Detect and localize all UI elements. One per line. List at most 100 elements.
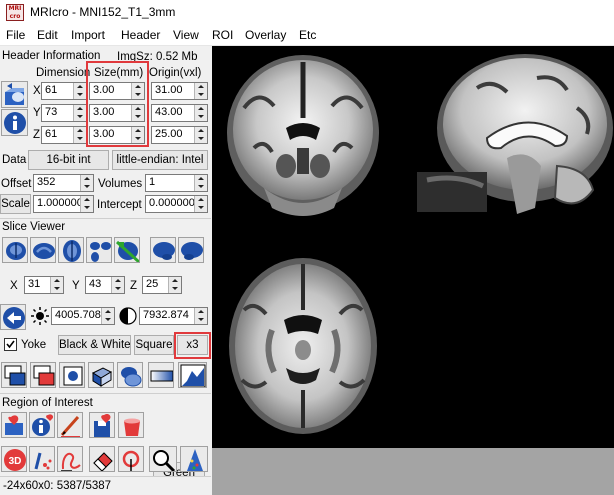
roi-open-button[interactable] — [1, 412, 27, 438]
roi-eraser-button[interactable] — [89, 446, 115, 472]
3d-icon: 3D — [4, 449, 26, 471]
roi-freehand-button[interactable] — [57, 446, 83, 472]
coronal-view-button[interactable] — [2, 237, 28, 263]
offset-input[interactable]: 352 — [33, 174, 94, 192]
roi-circle-button[interactable] — [118, 446, 144, 472]
menu-roi[interactable]: ROI — [212, 28, 233, 42]
axial-slice-image[interactable] — [214, 250, 392, 446]
header-info-button[interactable] — [1, 109, 28, 136]
window-title: MRIcro - MNI152_T1_3mm — [30, 5, 176, 19]
multiplanar-view-button[interactable] — [86, 237, 112, 263]
roi-save-button[interactable] — [89, 412, 115, 438]
sagittal-slice-image[interactable] — [417, 48, 613, 226]
roi-clear-button[interactable] — [118, 412, 144, 438]
section-divider — [0, 218, 211, 219]
open-icon — [5, 83, 24, 105]
freehand-icon — [61, 452, 81, 471]
histogram-button[interactable] — [178, 362, 207, 388]
menu-header[interactable]: Header — [121, 28, 160, 42]
axial-view-button[interactable] — [58, 237, 84, 263]
scale-input[interactable]: 1.000000 — [33, 195, 94, 213]
slice-y-label: Y — [72, 280, 80, 292]
left-hemisphere-button[interactable] — [150, 237, 176, 263]
sagittal-view-button[interactable] — [30, 237, 56, 263]
color-scheme-button[interactable]: Black & White — [58, 335, 131, 355]
roi-folder-icon — [5, 415, 23, 435]
slice-x-input[interactable]: 31 — [24, 276, 64, 294]
roi-3d-button[interactable]: 3D — [1, 446, 27, 472]
section-divider — [0, 393, 211, 394]
origin-column-header: Origin(vxl) — [149, 67, 202, 79]
data-type-button[interactable]: 16-bit int — [28, 150, 109, 170]
circle-roi-icon — [122, 450, 140, 471]
dimension-x-input[interactable]: 61 — [41, 82, 87, 100]
shape-button[interactable]: Square — [134, 335, 174, 355]
overlay-icon — [63, 366, 83, 386]
volume-render-button[interactable] — [88, 362, 114, 388]
brain-stack-icon — [121, 367, 142, 387]
axis-label-y: Y — [33, 107, 41, 119]
menu-edit[interactable]: Edit — [37, 28, 58, 42]
status-text: -24x60x0: 5387/5387 — [3, 480, 112, 492]
overlay-tool-1-button[interactable] — [1, 362, 27, 388]
dimension-z-input[interactable]: 61 — [41, 126, 87, 144]
contrast-input[interactable]: 7932.874 — [139, 307, 208, 325]
brightness-input[interactable]: 4005.708 — [51, 307, 115, 325]
menu-etc[interactable]: Etc — [299, 28, 316, 42]
previous-volume-button[interactable] — [0, 304, 26, 330]
scale-button[interactable]: Scale — [0, 194, 31, 214]
cone-icon — [187, 449, 203, 471]
roi-info-icon — [32, 414, 54, 436]
overlay-tool-3-button[interactable] — [59, 362, 85, 388]
menu-view[interactable]: View — [173, 28, 199, 42]
mosaic-button[interactable] — [117, 362, 143, 388]
right-hemisphere-button[interactable] — [178, 237, 204, 263]
overlay-tool-2-button[interactable] — [30, 362, 56, 388]
svg-text:3D: 3D — [9, 456, 22, 467]
brightness-icon — [31, 307, 49, 325]
overlay-icon — [4, 365, 26, 386]
brain-lateral-icon — [181, 242, 203, 260]
origin-x-input[interactable]: 31.00 — [151, 82, 208, 100]
open-image-button[interactable] — [1, 81, 28, 108]
menu-file[interactable]: File — [6, 28, 25, 42]
axial-brain-icon — [63, 240, 81, 262]
intercept-label: Intercept — [97, 199, 142, 211]
color-bar-button[interactable] — [148, 362, 174, 388]
roi-pen-button[interactable] — [57, 412, 83, 438]
endian-button[interactable]: little-endian: Intel — [112, 150, 208, 170]
slice-z-input[interactable]: 25 — [142, 276, 182, 294]
yoke-label: Yoke — [21, 339, 47, 351]
volumes-input[interactable]: 1 — [145, 174, 208, 192]
intercept-input[interactable]: 0.000000 — [145, 195, 208, 213]
menu-import[interactable]: Import — [71, 28, 105, 42]
coronal-brain-icon — [6, 242, 26, 260]
brain-lateral-icon — [153, 242, 175, 260]
overlay-icon — [33, 365, 55, 386]
roi-fill-button[interactable] — [29, 446, 55, 472]
slice-y-input[interactable]: 43 — [85, 276, 125, 294]
fill-dots-icon — [34, 452, 52, 470]
gradient-icon — [150, 370, 173, 382]
dimension-y-input[interactable]: 73 — [41, 104, 87, 122]
axis-label-z: Z — [33, 129, 41, 141]
image-viewer[interactable] — [212, 46, 614, 448]
coronal-slice-image[interactable] — [214, 48, 392, 226]
roi-info-button[interactable] — [29, 412, 55, 438]
info-icon — [4, 112, 26, 134]
render-view-button[interactable] — [114, 237, 140, 263]
cone-tool-button[interactable] — [180, 446, 208, 472]
slice-viewer-title: Slice Viewer — [2, 221, 66, 233]
pen-icon — [60, 416, 80, 437]
back-arrow-icon — [3, 307, 25, 329]
render-brain-icon — [115, 240, 139, 262]
title-bar: MRI cro MRIcro - MNI152_T1_3mm — [0, 0, 614, 25]
origin-y-input[interactable]: 43.00 — [151, 104, 208, 122]
zoom-highlight — [174, 332, 211, 359]
yoke-checkbox[interactable] — [4, 338, 17, 351]
magnify-button[interactable] — [149, 446, 177, 472]
roi-bucket-icon — [124, 418, 140, 436]
menu-overlay[interactable]: Overlay — [245, 28, 286, 42]
origin-z-input[interactable]: 25.00 — [151, 126, 208, 144]
roi-disk-icon — [94, 413, 111, 437]
